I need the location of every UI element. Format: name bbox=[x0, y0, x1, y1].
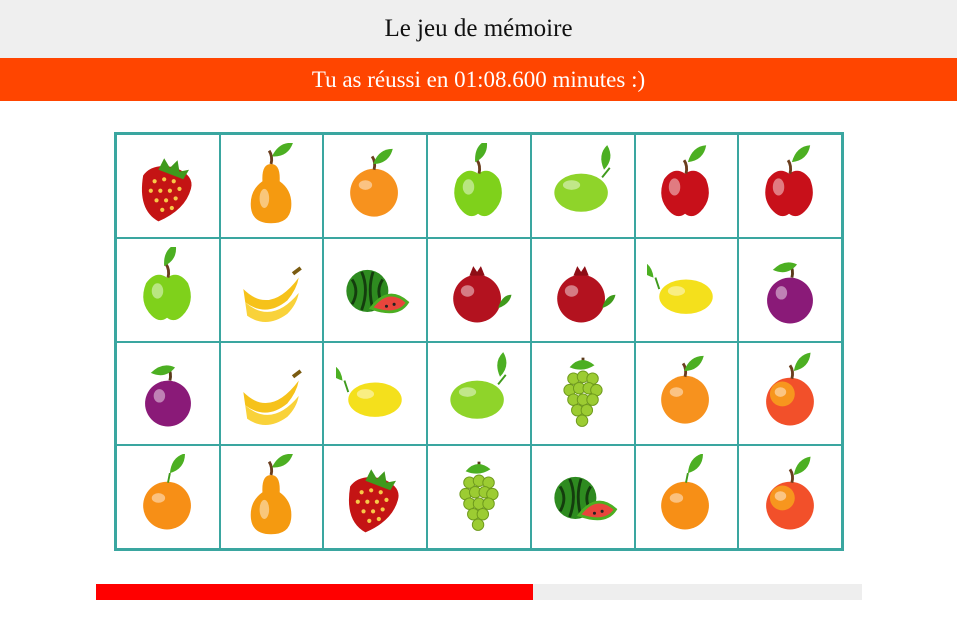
card[interactable] bbox=[634, 134, 739, 238]
card[interactable] bbox=[530, 341, 635, 446]
orange-icon bbox=[661, 356, 710, 424]
card[interactable] bbox=[323, 445, 428, 549]
memory-board bbox=[114, 132, 844, 551]
card[interactable] bbox=[116, 237, 220, 342]
card[interactable] bbox=[219, 341, 324, 446]
grapes-icon bbox=[459, 461, 499, 532]
card[interactable] bbox=[634, 445, 739, 549]
timer-progress-bar bbox=[96, 584, 862, 600]
watermelon-icon bbox=[554, 477, 618, 521]
banana-icon bbox=[242, 266, 302, 322]
red-apple-icon bbox=[661, 145, 710, 217]
peach-icon bbox=[766, 456, 815, 530]
tangerine-icon bbox=[142, 454, 191, 530]
card[interactable] bbox=[219, 134, 324, 238]
card[interactable] bbox=[116, 134, 220, 238]
lemon-icon bbox=[647, 258, 714, 314]
card[interactable] bbox=[219, 237, 324, 342]
pomegranate-icon bbox=[453, 265, 512, 323]
card[interactable] bbox=[323, 134, 428, 238]
green-apple-icon bbox=[454, 142, 502, 217]
strawberry-icon bbox=[141, 158, 192, 222]
banana-icon bbox=[242, 369, 302, 426]
peach-icon bbox=[766, 353, 815, 426]
card[interactable] bbox=[738, 134, 842, 238]
pear-icon bbox=[250, 142, 293, 224]
card[interactable] bbox=[116, 445, 220, 549]
card[interactable] bbox=[427, 341, 531, 446]
card[interactable] bbox=[738, 237, 842, 342]
success-banner: Tu as réussi en 01:08.600 minutes :) bbox=[0, 58, 957, 101]
card[interactable] bbox=[116, 341, 220, 446]
plum-icon bbox=[144, 365, 191, 427]
tangerine-icon bbox=[661, 454, 710, 530]
card[interactable] bbox=[634, 341, 739, 446]
card[interactable] bbox=[530, 237, 635, 342]
card[interactable] bbox=[219, 445, 324, 549]
card[interactable] bbox=[427, 237, 531, 342]
card[interactable] bbox=[427, 134, 531, 238]
card[interactable] bbox=[738, 445, 842, 549]
card[interactable] bbox=[530, 445, 635, 549]
card[interactable] bbox=[427, 445, 531, 549]
card[interactable] bbox=[323, 341, 428, 446]
timer-progress-fill bbox=[96, 584, 533, 600]
pear-icon bbox=[250, 454, 293, 535]
watermelon-icon bbox=[346, 269, 410, 313]
lime-icon bbox=[554, 144, 611, 212]
grapes-icon bbox=[563, 358, 603, 428]
lime-icon bbox=[450, 352, 507, 420]
pomegranate-icon bbox=[556, 265, 616, 323]
card[interactable] bbox=[323, 237, 428, 342]
card[interactable] bbox=[634, 237, 739, 342]
card[interactable] bbox=[530, 134, 635, 238]
red-apple-icon bbox=[765, 145, 813, 217]
orange-icon bbox=[350, 148, 399, 217]
page-title: Le jeu de mémoire bbox=[0, 0, 957, 58]
strawberry-icon bbox=[349, 469, 399, 533]
plum-icon bbox=[767, 262, 814, 324]
green-apple-icon bbox=[143, 246, 191, 320]
card[interactable] bbox=[738, 341, 842, 446]
lemon-icon bbox=[336, 362, 403, 418]
